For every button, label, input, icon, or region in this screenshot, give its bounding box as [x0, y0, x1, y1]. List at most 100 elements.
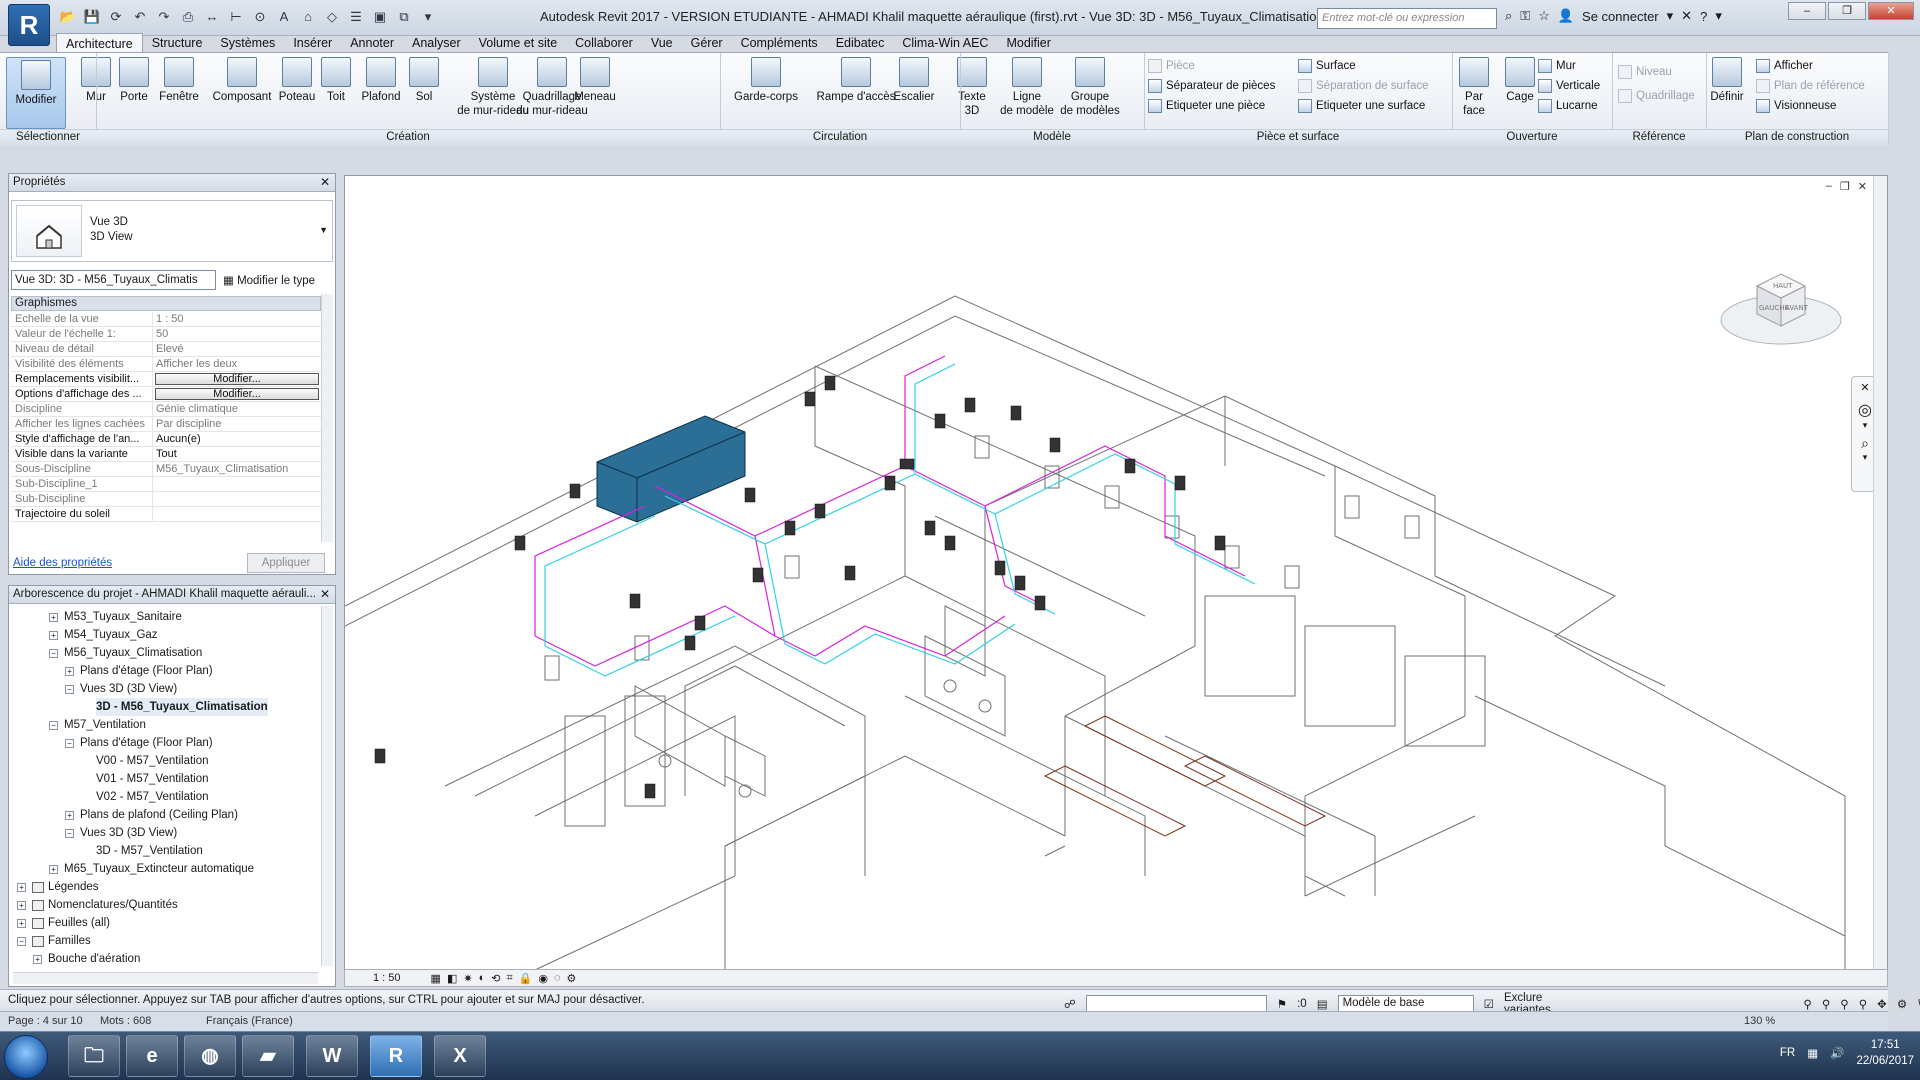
close-views-icon[interactable]: ▣: [370, 7, 390, 27]
thin-lines-icon[interactable]: ☰: [346, 7, 366, 27]
property-row[interactable]: Sub-Discipline_1: [11, 477, 321, 492]
zoom-level[interactable]: 130 %: [1744, 1015, 1775, 1027]
subscription-icon[interactable]: ⚿: [1520, 8, 1530, 24]
browser-scrollbar[interactable]: [321, 606, 333, 966]
select-links-icon[interactable]: ⚲: [1803, 997, 1811, 1011]
text-icon[interactable]: A: [274, 7, 294, 27]
tab-12[interactable]: Clima-Win AEC: [893, 33, 997, 53]
browser-node[interactable]: + Légendes: [13, 878, 321, 896]
ribbon-button-17[interactable]: Groupe de modèles: [1054, 57, 1126, 118]
crop-icon[interactable]: ⌗: [506, 972, 512, 985]
ribbon-small-workplane-0[interactable]: Afficher: [1756, 59, 1813, 73]
binoculars-icon[interactable]: ⌕: [1505, 8, 1512, 24]
property-row[interactable]: Sous-Discipline M56_Tuyaux_Climatisation: [11, 462, 321, 477]
browser-node[interactable]: V02 - M57_Ventilation: [13, 788, 321, 806]
clock[interactable]: 17:51 22/06/2017: [1856, 1037, 1914, 1069]
tab-6[interactable]: Volume et site: [470, 33, 567, 53]
ribbon-small-surface-2[interactable]: Etiqueter une surface: [1298, 99, 1425, 113]
expand-icon[interactable]: +: [17, 900, 26, 910]
worksets-icon[interactable]: ☍: [1064, 997, 1076, 1011]
browser-node[interactable]: + Nomenclatures/Quantités: [13, 896, 321, 914]
tab-1[interactable]: Structure: [143, 33, 212, 53]
tab-2[interactable]: Systèmes: [211, 33, 284, 53]
expand-icon[interactable]: +: [49, 612, 58, 622]
minimize-button[interactable]: –: [1788, 2, 1826, 20]
save-icon[interactable]: 💾: [82, 7, 102, 27]
word-icon[interactable]: W: [306, 1035, 358, 1077]
tab-4[interactable]: Annoter: [341, 33, 403, 53]
expand-icon[interactable]: +: [65, 666, 74, 676]
ribbon-button-7[interactable]: Plafond: [356, 57, 406, 104]
collapse-icon[interactable]: −: [49, 648, 58, 658]
ribbon-small-opening-2[interactable]: Lucarne: [1538, 99, 1598, 113]
ribbon-button-6[interactable]: Toit: [314, 57, 358, 104]
close-button[interactable]: ✕: [1868, 2, 1914, 20]
ribbon-button-8[interactable]: Sol: [404, 57, 444, 104]
help-icon[interactable]: ?: [1700, 9, 1707, 24]
property-value[interactable]: 1 : 50: [153, 312, 321, 326]
properties-scrollbar[interactable]: [321, 294, 333, 542]
revit-icon[interactable]: R: [370, 1035, 422, 1077]
air-handling-unit[interactable]: [596, 415, 746, 523]
apply-button[interactable]: Appliquer: [247, 553, 325, 573]
hide-isolate-icon[interactable]: ◉: [538, 972, 548, 985]
language-indicator[interactable]: FR: [1780, 1047, 1795, 1059]
property-value[interactable]: Aucun(e): [153, 432, 321, 446]
revit-viewer-icon[interactable]: ▰: [242, 1035, 294, 1077]
ribbon-button-0[interactable]: Modifier: [6, 57, 66, 129]
properties-help-link[interactable]: Aide des propriétés: [13, 557, 112, 569]
ribbon-button-19[interactable]: Cage: [1498, 57, 1542, 104]
sync-icon[interactable]: ⟳: [106, 7, 126, 27]
browser-node[interactable]: 3D - M56_Tuyaux_Climatisation: [13, 698, 321, 716]
close-icon[interactable]: ✕: [320, 175, 330, 189]
property-value[interactable]: [153, 477, 321, 491]
exclude-variants-checkbox[interactable]: ☑: [1484, 997, 1494, 1011]
property-value[interactable]: M56_Tuyaux_Climatisation: [153, 462, 321, 476]
measure-icon[interactable]: ↔: [202, 7, 222, 27]
expand-icon[interactable]: +: [33, 954, 42, 964]
background-process-icon[interactable]: ⚙: [1897, 997, 1907, 1011]
property-row[interactable]: Style d'affichage de l'an... Aucun(e): [11, 432, 321, 447]
type-selector[interactable]: Vue 3D 3D View ▼: [11, 200, 333, 262]
tab-8[interactable]: Vue: [642, 33, 682, 53]
browser-node[interactable]: + Bouche d'aération: [13, 950, 321, 968]
ribbon-button-4[interactable]: Composant: [202, 57, 282, 104]
ribbon-button-15[interactable]: Texte 3D: [950, 57, 994, 118]
ribbon-group-label[interactable]: Plan de construction: [1706, 129, 1888, 145]
close-icon[interactable]: ✕: [320, 587, 330, 601]
browser-hscrollbar[interactable]: [13, 972, 318, 984]
customize-qat-icon[interactable]: ▾: [418, 7, 438, 27]
property-value[interactable]: [153, 492, 321, 506]
ribbon-group-label[interactable]: Création: [96, 129, 720, 145]
ribbon-button-3[interactable]: Fenêtre: [154, 57, 204, 104]
property-value[interactable]: [153, 507, 321, 521]
application-menu-button[interactable]: R: [8, 4, 50, 46]
user-icon[interactable]: 👤: [1558, 8, 1574, 24]
detail-level-icon[interactable]: ▦: [431, 972, 441, 985]
browser-node[interactable]: + Feuilles (all): [13, 914, 321, 932]
property-row[interactable]: Echelle de la vue 1 : 50: [11, 312, 321, 327]
tab-10[interactable]: Compléments: [732, 33, 827, 53]
print-icon[interactable]: ⎙: [178, 7, 198, 27]
reveal-hidden-icon[interactable]: ◌: [554, 972, 561, 984]
property-edit-button[interactable]: Modifier...: [155, 388, 319, 400]
browser-node[interactable]: − Vues 3D (3D View): [13, 824, 321, 842]
ribbon-button-12[interactable]: Garde-corps: [724, 57, 808, 104]
browser-node[interactable]: − Familles: [13, 932, 321, 950]
viewport-3d[interactable]: – ❐ ✕ HAUT GAUCHE AVANT ✕ ◎ ▾ ⌕ ▾: [344, 175, 1888, 983]
chevron-down-icon[interactable]: ▾: [1667, 8, 1674, 24]
ribbon-small-datum-1[interactable]: Quadrillage: [1618, 89, 1695, 103]
expand-icon[interactable]: +: [65, 810, 74, 820]
design-options-icon[interactable]: ▤: [1317, 997, 1328, 1011]
property-row[interactable]: Visible dans la variante Tout: [11, 447, 321, 462]
ribbon-small-surface-0[interactable]: Surface: [1298, 59, 1356, 73]
tab-3[interactable]: Insérer: [284, 33, 341, 53]
viewcube[interactable]: HAUT GAUCHE AVANT: [1717, 246, 1847, 350]
browser-node[interactable]: V00 - M57_Ventilation: [13, 752, 321, 770]
collapse-icon[interactable]: −: [65, 684, 74, 694]
network-icon[interactable]: ▦: [1807, 1046, 1818, 1060]
browser-node[interactable]: + Plans d'étage (Floor Plan): [13, 662, 321, 680]
ribbon-group-label[interactable]: Sélectionner: [0, 129, 96, 145]
tab-11[interactable]: Edibatec: [827, 33, 894, 53]
property-row[interactable]: Discipline Génie climatique: [11, 402, 321, 417]
